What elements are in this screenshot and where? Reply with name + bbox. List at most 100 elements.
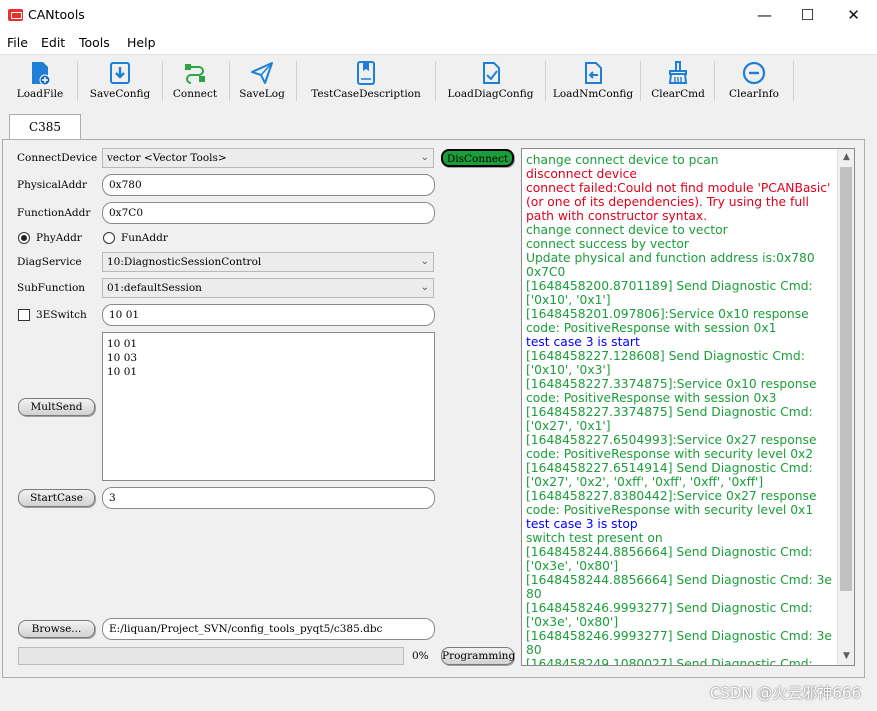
toolbar-separator (714, 61, 715, 101)
load-diag-config-button[interactable]: LoadDiagConfig (443, 58, 538, 102)
book-icon (357, 61, 375, 85)
menu-edit[interactable]: Edit (41, 35, 65, 50)
log-line: test case 3 is stop (526, 517, 638, 531)
clear-cmd-button[interactable]: ClearCmd (648, 58, 708, 102)
minimize-button[interactable]: — (742, 0, 787, 31)
connect-icon (185, 64, 205, 84)
toolbar-separator (296, 61, 297, 101)
switch-3e-label: 3ESwitch (36, 309, 87, 321)
dbc-path-input[interactable]: E:/liquan/Project_SVN/config_tools_pyqt5… (102, 618, 435, 640)
connect-device-select[interactable]: vector <Vector Tools> ⌄ (102, 148, 434, 168)
connect-device-label: ConnectDevice (17, 152, 98, 164)
log-line: connect failed:Could not find module 'PC… (526, 181, 835, 223)
log-line: switch test present on (526, 531, 663, 545)
physical-addr-label: PhysicalAddr (17, 179, 88, 191)
log-line: connect success by vector (526, 237, 689, 251)
diag-config-icon (482, 62, 500, 84)
log-line: [1648458249.1080027] Send Diagnostic Cmd… (526, 657, 813, 666)
log-line: [1648458227.3374875]:Service 0x10 respon… (526, 377, 821, 405)
sub-function-select[interactable]: 01:defaultSession ⌄ (102, 278, 434, 298)
save-config-button[interactable]: SaveConfig (86, 58, 154, 102)
scroll-thumb[interactable] (840, 167, 852, 591)
log-line: change connect device to pcan (526, 153, 719, 167)
toolbar-separator (77, 61, 78, 101)
function-addr-label: FunctionAddr (17, 207, 91, 219)
test-case-description-button[interactable]: TestCaseDescription (304, 58, 428, 102)
maximize-button[interactable]: ☐ (785, 0, 830, 31)
load-nm-config-button[interactable]: LoadNmConfig (552, 58, 634, 102)
menu-bar: File Edit Tools Help (0, 31, 877, 53)
menu-file[interactable]: File (7, 35, 28, 50)
save-log-button[interactable]: SaveLog (236, 58, 288, 102)
minus-circle-icon (742, 61, 766, 85)
window-title: CANtools (28, 7, 85, 22)
start-case-button[interactable]: StartCase (18, 489, 95, 507)
mult-send-line: 10 01 (107, 338, 138, 350)
nm-config-icon (585, 62, 602, 84)
log-line: [1648458200.8701189] Send Diagnostic Cmd… (526, 279, 817, 307)
toolbar-separator (793, 61, 794, 101)
file-load-icon (32, 62, 51, 86)
browse-button[interactable]: Browse... (18, 620, 95, 638)
log-line: [1648458246.9993277] Send Diagnostic Cmd… (526, 601, 817, 629)
menu-tools[interactable]: Tools (79, 35, 110, 50)
log-line: disconnect device (526, 167, 637, 181)
scroll-up-icon[interactable]: ▲ (838, 149, 854, 166)
chevron-down-icon: ⌄ (420, 256, 429, 267)
mult-send-line: 10 03 (107, 352, 138, 364)
chevron-down-icon: ⌄ (420, 152, 429, 163)
diag-service-label: DiagService (17, 256, 82, 268)
log-line: [1648458244.8856664] Send Diagnostic Cmd… (526, 573, 836, 601)
log-panel[interactable]: change connect device to pcan disconnect … (521, 148, 855, 666)
toolbar-separator (162, 61, 163, 101)
sub-function-label: SubFunction (17, 282, 86, 294)
log-line: Update physical and function address is:… (526, 251, 819, 279)
tab-c385[interactable]: C385 (9, 114, 81, 140)
download-save-icon (110, 62, 130, 84)
mult-send-button[interactable]: MultSend (18, 398, 95, 416)
switch-3e-input[interactable]: 10 01 (102, 304, 435, 326)
toolbar: LoadFile SaveConfig Connect SaveLog Test… (0, 54, 877, 103)
switch-3e-checkbox[interactable] (18, 309, 30, 321)
log-line: [1648458227.6514914] Send Diagnostic Cmd… (526, 461, 817, 489)
log-lines: change connect device to pcan disconnect … (526, 153, 836, 666)
log-line: [1648458244.8856664] Send Diagnostic Cmd… (526, 545, 817, 573)
broom-icon (668, 61, 688, 84)
toolbar-separator (545, 61, 546, 101)
load-file-button[interactable]: LoadFile (12, 58, 68, 102)
mult-send-line: 10 01 (107, 366, 138, 378)
scroll-down-icon[interactable]: ▼ (838, 648, 854, 665)
toolbar-separator (435, 61, 436, 101)
log-line: [1648458227.8380442]:Service 0x27 respon… (526, 489, 821, 517)
clear-info-button[interactable]: ClearInfo (722, 58, 786, 102)
paper-plane-icon (251, 62, 273, 84)
connect-button[interactable]: Connect (168, 58, 222, 102)
disconnect-button[interactable]: DisConnect (441, 149, 514, 167)
phy-addr-radio[interactable] (18, 232, 30, 244)
log-scrollbar[interactable]: ▲ ▼ (837, 149, 854, 665)
function-addr-input[interactable]: 0x7C0 (102, 202, 435, 224)
programming-button[interactable]: Programming (441, 647, 515, 665)
progress-percent: 0% (412, 650, 429, 662)
watermark: CSDN @火云邪神666 (709, 684, 861, 702)
log-line: [1648458227.6504993]:Service 0x27 respon… (526, 433, 821, 461)
log-line: [1648458246.9993277] Send Diagnostic Cmd… (526, 629, 836, 657)
physical-addr-input[interactable]: 0x780 (102, 174, 435, 196)
programming-progress-bar (18, 647, 404, 665)
fun-addr-label: FunAddr (121, 232, 168, 244)
diag-service-select[interactable]: 10:DiagnosticSessionControl ⌄ (102, 252, 434, 272)
menu-help[interactable]: Help (127, 35, 156, 50)
log-line: [1648458227.3374875] Send Diagnostic Cmd… (526, 405, 817, 433)
log-line: [1648458201.097806]:Service 0x10 respons… (526, 307, 813, 335)
log-line: [1648458227.128608] Send Diagnostic Cmd:… (526, 349, 809, 377)
close-button[interactable]: ✕ (831, 0, 876, 31)
mult-send-textarea[interactable]: 10 01 10 03 10 01 (102, 332, 435, 481)
toolbar-separator (640, 61, 641, 101)
title-bar: CANtools — ☐ ✕ (0, 0, 877, 31)
log-line: test case 3 is start (526, 335, 640, 349)
start-case-input[interactable]: 3 (102, 487, 435, 509)
fun-addr-radio[interactable] (103, 232, 115, 244)
log-line: change connect device to vector (526, 223, 728, 237)
toolbar-separator (229, 61, 230, 101)
chevron-down-icon: ⌄ (420, 282, 429, 293)
